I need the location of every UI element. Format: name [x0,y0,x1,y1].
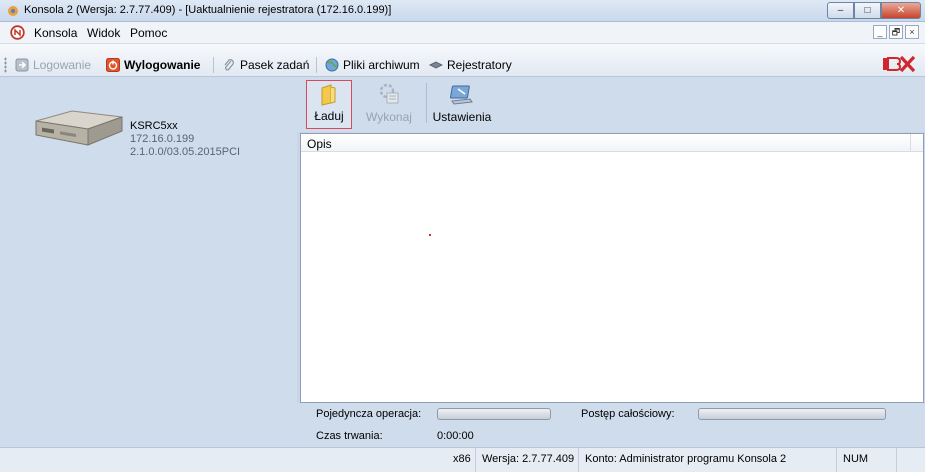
device-version: 2.1.0.0/03.05.2015PCI [130,146,241,158]
action-separator [426,83,427,123]
cursor-dot [429,234,431,236]
device-name: KSRC5xx [130,120,178,132]
archive-files-button[interactable]: Pliki archiwum [325,58,420,72]
logout-icon [106,58,120,72]
menu-bar: Konsola Widok Pomoc _ 🗗 × [0,22,925,44]
action-bar: Ładuj Wykonaj Ustawienia [297,77,925,132]
window-title: Konsola 2 (Wersja: 2.7.77.409) - [Uaktua… [24,4,392,16]
recorders-button[interactable]: Rejestratory [429,58,512,72]
column-divider [910,134,911,152]
mdi-minimize-button[interactable]: _ [873,25,887,39]
recorder-icon [429,61,443,69]
total-progress-label: Postęp całościowy: [581,408,675,420]
login-button[interactable]: Logowanie [15,58,91,72]
main-toolbar: Logowanie Wylogowanie Pasek zadań Pliki … [0,44,925,77]
title-bar: Konsola 2 (Wersja: 2.7.77.409) - [Uaktua… [0,0,925,22]
execute-button[interactable]: Wykonaj [359,80,419,129]
status-account: Konto: Administrator programu Konsola 2 [578,448,786,472]
load-button[interactable]: Ładuj [306,80,352,129]
toolbar-grip[interactable] [4,57,7,73]
resize-grip[interactable] [896,448,925,472]
menu-widok[interactable]: Widok [87,26,120,40]
window-controls: – □ ✕ [827,2,921,19]
duration-label: Czas trwania: [316,430,383,442]
settings-button[interactable]: Ustawienia [431,80,493,129]
execute-icon [379,83,399,104]
close-button[interactable]: ✕ [881,2,921,19]
brand-logo [883,55,915,73]
login-label: Logowanie [33,58,92,72]
taskbar-label: Pasek zadań [240,58,310,72]
mdi-restore-button[interactable]: 🗗 [889,25,903,39]
description-list[interactable]: Opis [300,133,924,403]
logout-label: Wylogowanie [124,58,201,72]
duration-value: 0:00:00 [437,430,474,442]
device-panel: KSRC5xx 172.16.0.199 2.1.0.0/03.05.2015P… [0,77,297,447]
logout-button[interactable]: Wylogowanie [106,58,200,72]
minimize-button[interactable]: – [827,2,854,19]
globe-icon [325,58,339,72]
menu-konsola[interactable]: Konsola [34,26,77,40]
archive-files-label: Pliki archiwum [343,58,420,72]
status-version: Wersja: 2.7.77.409 [475,448,574,472]
folder-icon [321,84,336,106]
menu-pomoc[interactable]: Pomoc [130,26,167,40]
settings-label: Ustawienia [432,110,492,124]
single-operation-progress [437,408,551,420]
device-ip: 172.16.0.199 [130,133,195,145]
status-bar: x86 Wersja: 2.7.77.409 Konto: Administra… [0,447,925,472]
execute-label: Wykonaj [366,110,412,124]
maximize-button[interactable]: □ [854,2,881,19]
status-arch: x86 [453,453,471,465]
recorders-label: Rejestratory [447,58,512,72]
konsola-logo-icon [10,25,25,40]
status-num: NUM [836,448,896,472]
taskbar-button[interactable]: Pasek zadań [222,58,309,72]
list-header: Opis [301,134,923,152]
load-label: Ładuj [314,109,344,123]
login-icon [15,58,29,72]
toolbar-separator [316,57,317,73]
mdi-controls: _ 🗗 × [873,25,919,39]
app-icon [8,6,18,16]
paperclip-icon [224,59,234,71]
settings-icon [450,85,473,105]
total-progress-bar [698,408,886,420]
toolbar-separator [213,57,214,73]
column-header-description[interactable]: Opis [307,137,332,151]
single-operation-label: Pojedyncza operacja: [316,408,422,420]
mdi-close-button[interactable]: × [905,25,919,39]
recorder-device-image[interactable] [32,107,124,149]
progress-area: Pojedyncza operacja: Postęp całościowy: … [297,403,925,447]
